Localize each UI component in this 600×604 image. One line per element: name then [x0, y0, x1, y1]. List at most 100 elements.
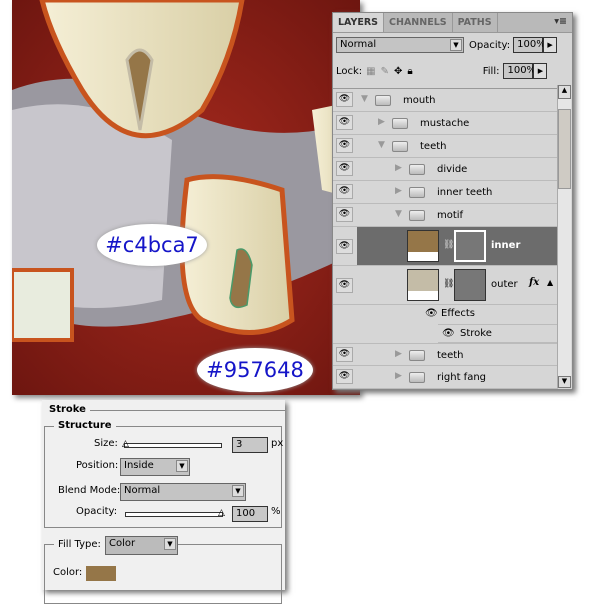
- layer-row-mouth[interactable]: 👁︎ ▼ mouth: [333, 89, 558, 112]
- blend-mode-label: Blend Mode:: [58, 485, 121, 496]
- layers-panel: LAYERS CHANNELS PATHS ▾≡ Normal ▼ Opacity…: [332, 12, 573, 390]
- effects-toggle-icon[interactable]: ▲: [547, 278, 553, 287]
- layer-row-motif[interactable]: 👁︎ ▼ motif: [333, 204, 558, 227]
- tab-layers[interactable]: LAYERS: [333, 13, 385, 32]
- opacity-input[interactable]: 100%: [513, 37, 546, 53]
- layer-thumbnail: [407, 230, 439, 262]
- eye-icon[interactable]: 👁︎: [336, 278, 353, 293]
- expand-triangle-icon[interactable]: ▼: [378, 140, 385, 150]
- divider: [90, 410, 285, 411]
- layer-row-right-fang[interactable]: 👁︎ ▶ right fang: [333, 366, 558, 389]
- blend-mode-select[interactable]: Normal ▼: [336, 37, 464, 53]
- chevron-down-icon: ▼: [164, 538, 176, 550]
- collapse-triangle-icon[interactable]: ▶: [378, 117, 385, 127]
- chain-link-icon: ⛓︎: [443, 279, 455, 289]
- layer-row-stroke-effect[interactable]: 👁︎ Stroke: [438, 324, 558, 343]
- slider-thumb[interactable]: △: [218, 508, 225, 518]
- opacity-label: Opacity:: [469, 39, 511, 51]
- size-slider[interactable]: △: [122, 439, 222, 449]
- eye-icon[interactable]: 👁︎: [336, 115, 353, 130]
- eye-icon[interactable]: 👁︎: [336, 347, 353, 362]
- layer-row-outer[interactable]: 👁︎ ⛓︎ outer fx ▲: [333, 266, 558, 305]
- folder-icon: [409, 372, 425, 383]
- layer-row-inner-teeth[interactable]: 👁︎ ▶ inner teeth: [333, 181, 558, 204]
- fx-icon[interactable]: fx: [529, 277, 539, 288]
- panel-menu-icon[interactable]: ▾≡: [549, 13, 572, 32]
- collapse-triangle-icon[interactable]: ▶: [395, 371, 402, 381]
- layer-list: 👁︎ ▼ mouth 👁︎ ▶ mustache 👁︎ ▼ teeth 👁︎ ▶ divide …: [333, 88, 558, 389]
- eye-icon[interactable]: 👁︎: [336, 138, 353, 153]
- collapse-triangle-icon[interactable]: ▶: [395, 349, 402, 359]
- fill-label: Fill:: [482, 65, 500, 77]
- size-label: Size:: [94, 438, 118, 449]
- scroll-down-button[interactable]: ▼: [558, 376, 571, 388]
- collapse-triangle-icon[interactable]: ▶: [395, 163, 402, 173]
- opacity-arrow-button[interactable]: ▶: [543, 37, 558, 53]
- fill-type-label: Fill Type:: [54, 539, 105, 550]
- folder-icon: [409, 210, 425, 221]
- lock-transparency-icon[interactable]: ▦: [366, 66, 375, 77]
- folder-icon: [409, 187, 425, 198]
- lock-brush-icon[interactable]: ✎: [381, 66, 389, 77]
- color-swatch[interactable]: [86, 566, 116, 581]
- color-callout-outer: #c4bca7: [97, 224, 207, 266]
- tab-paths[interactable]: PATHS: [453, 13, 498, 32]
- collapse-triangle-icon[interactable]: ▶: [395, 186, 402, 196]
- lock-label: Lock:: [336, 65, 363, 77]
- eye-icon[interactable]: 👁︎: [336, 207, 353, 222]
- eye-icon[interactable]: 👁︎: [425, 308, 438, 319]
- eye-icon[interactable]: 👁︎: [336, 92, 353, 107]
- stroke-dialog: Stroke Structure Size: △ 3 px Position: …: [42, 400, 285, 604]
- structure-heading: Structure: [54, 420, 116, 431]
- stroke-title: Stroke: [49, 404, 86, 415]
- artwork-canvas: #c4bca7 #957648: [10, 0, 360, 395]
- opacity-label: Opacity:: [76, 506, 118, 517]
- layer-row-effects[interactable]: 👁︎ Effects: [333, 305, 558, 324]
- expand-triangle-icon[interactable]: ▼: [395, 209, 402, 219]
- fill-arrow-button[interactable]: ▶: [533, 63, 548, 79]
- mouth-illustration: [10, 0, 360, 395]
- eye-icon[interactable]: 👁︎: [336, 239, 353, 254]
- lock-move-icon[interactable]: ✥: [394, 66, 402, 77]
- lock-all-icon[interactable]: 🔒︎: [407, 66, 412, 77]
- size-input[interactable]: 3: [232, 437, 268, 453]
- color-label: Color:: [53, 567, 83, 578]
- folder-icon: [392, 141, 408, 152]
- opacity-slider[interactable]: △: [125, 508, 225, 518]
- layer-row-inner[interactable]: 👁︎ ⛓︎ inner: [333, 227, 558, 266]
- layers-scrollbar[interactable]: ▲ ▼: [557, 85, 571, 388]
- eye-icon[interactable]: 👁︎: [336, 161, 353, 176]
- scroll-thumb[interactable]: [558, 109, 571, 189]
- layer-thumbnail: [407, 269, 439, 301]
- layer-row-mustache[interactable]: 👁︎ ▶ mustache: [333, 112, 558, 135]
- chevron-down-icon: ▼: [232, 485, 244, 497]
- tab-channels[interactable]: CHANNELS: [384, 13, 453, 32]
- slider-thumb[interactable]: △: [122, 439, 129, 449]
- fill-input[interactable]: 100%: [503, 63, 536, 79]
- chain-link-icon: ⛓︎: [443, 240, 455, 250]
- color-callout-inner: #957648: [197, 348, 313, 392]
- scroll-up-button[interactable]: ▲: [558, 85, 571, 99]
- layer-row-divide[interactable]: 👁︎ ▶ divide: [333, 158, 558, 181]
- chevron-down-icon: ▼: [176, 460, 188, 472]
- opacity-unit: %: [271, 506, 281, 517]
- position-label: Position:: [76, 460, 119, 471]
- eye-icon[interactable]: 👁︎: [336, 184, 353, 199]
- size-unit: px: [271, 438, 284, 449]
- eye-icon[interactable]: 👁︎: [336, 369, 353, 384]
- blend-mode-select[interactable]: Normal ▼: [120, 483, 246, 501]
- vector-mask-thumbnail: [454, 269, 486, 301]
- expand-triangle-icon[interactable]: ▼: [361, 94, 368, 104]
- layer-row-teeth-2[interactable]: 👁︎ ▶ teeth: [333, 343, 558, 366]
- fill-type-select[interactable]: Color ▼: [105, 536, 178, 555]
- folder-icon: [409, 164, 425, 175]
- vector-mask-thumbnail: [454, 230, 486, 262]
- layer-row-teeth[interactable]: 👁︎ ▼ teeth: [333, 135, 558, 158]
- opacity-input[interactable]: 100: [232, 506, 268, 522]
- chevron-down-icon: ▼: [450, 39, 462, 51]
- folder-icon: [392, 118, 408, 129]
- folder-icon: [375, 95, 391, 106]
- position-select[interactable]: Inside ▼: [120, 458, 190, 476]
- folder-icon: [409, 350, 425, 361]
- eye-icon[interactable]: 👁︎: [442, 328, 455, 339]
